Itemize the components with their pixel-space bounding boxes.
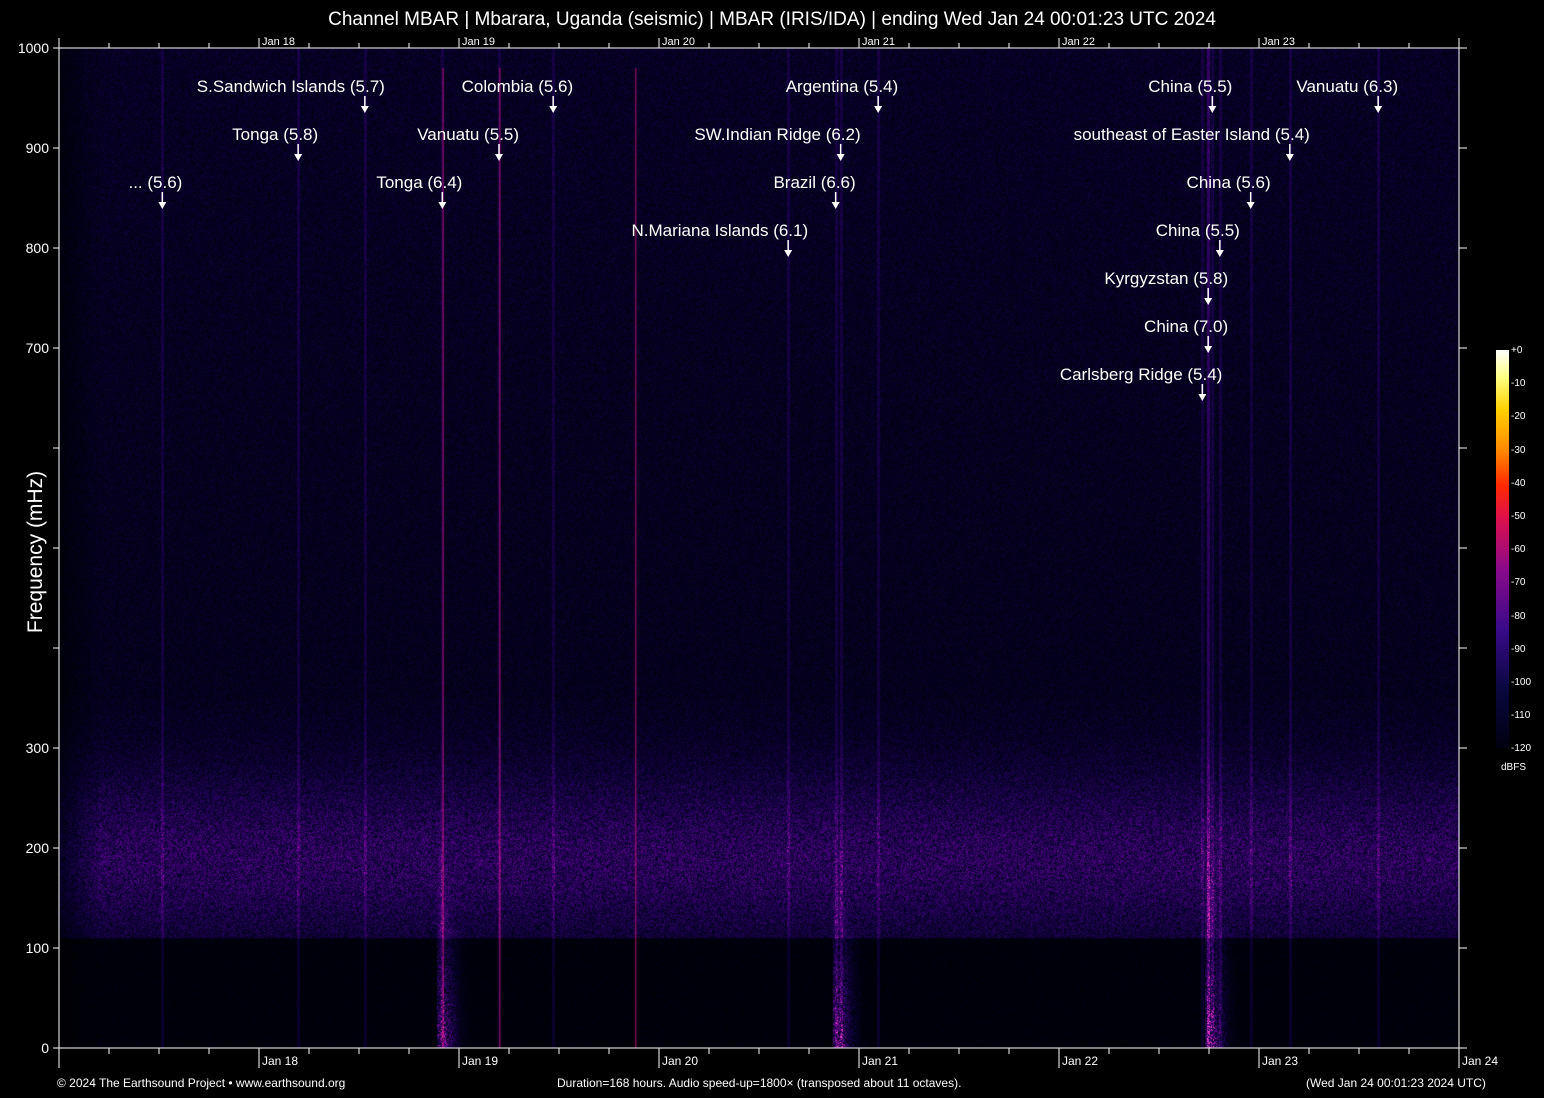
plot-frame [59,48,1459,1048]
event-arrow-icon [1374,106,1382,113]
event-label: Tonga (6.4) [376,173,462,192]
event-label: Kyrgyzstan (5.8) [1104,269,1228,288]
y-axis-label: Frequency (mHz) [24,452,48,652]
event-arrow-icon [832,202,840,209]
y-tick-label: 300 [26,740,50,756]
x-tick-label: Jan 19 [462,1054,498,1068]
event-arrow-icon [549,106,557,113]
colorbar-tick-label: -10 [1511,378,1525,389]
colorbar-tick-label: -40 [1511,478,1525,489]
event-arrow-icon [1208,106,1216,113]
y-tick-label: 700 [26,340,50,356]
event-label: China (7.0) [1144,317,1228,336]
event-arrow-icon [438,202,446,209]
x-tick-label-top: Jan 23 [1262,36,1295,48]
event-label: southeast of Easter Island (5.4) [1074,125,1310,144]
event-arrow-icon [361,106,369,113]
colorbar-tick-label: -80 [1511,611,1525,622]
x-tick-label: Jan 23 [1262,1054,1298,1068]
event-label: Vanuatu (6.3) [1296,77,1398,96]
event-label: Argentina (5.4) [786,77,898,96]
x-tick-label-top: Jan 22 [1062,36,1095,48]
event-label: China (5.5) [1156,221,1240,240]
y-tick-label: 100 [26,940,50,956]
footer-copyright: © 2024 The Earthsound Project • www.eart… [57,1076,345,1090]
x-tick-label: Jan 21 [862,1054,898,1068]
colorbar-tick-label: -20 [1511,411,1525,422]
event-label: Tonga (5.8) [232,125,318,144]
colorbar-tick-label: -100 [1511,677,1531,688]
x-tick-label: Jan 24 [1462,1054,1498,1068]
y-tick-label: 0 [41,1040,49,1056]
event-arrow-icon [294,154,302,161]
colorbar-tick-label: -120 [1511,743,1531,754]
colorbar [1496,350,1509,748]
y-tick-label: 900 [26,140,50,156]
event-label: SW.Indian Ridge (6.2) [694,125,860,144]
event-arrow-icon [1247,202,1255,209]
event-label: S.Sandwich Islands (5.7) [197,77,385,96]
colorbar-tick-label: -90 [1511,644,1525,655]
event-label: Carlsberg Ridge (5.4) [1060,365,1223,384]
event-arrow-icon [1286,154,1294,161]
event-arrow-icon [1198,394,1206,401]
event-label: China (5.6) [1187,173,1271,192]
event-arrow-icon [495,154,503,161]
footer-timestamp: (Wed Jan 24 00:01:23 2024 UTC) [1306,1076,1486,1090]
x-tick-label: Jan 18 [262,1054,298,1068]
x-tick-label-top: Jan 19 [462,36,495,48]
colorbar-tick-label: +0 [1511,345,1522,356]
colorbar-tick-label: -50 [1511,511,1525,522]
event-arrow-icon [874,106,882,113]
chart-axes-overlay: 0 100 200 300 700 800 900 1000 Jan 18 Jan 18 Jan 1… [0,0,1544,1098]
x-tick-label: Jan 22 [1062,1054,1098,1068]
colorbar-label: dBFS [1501,762,1526,773]
event-arrow-icon [1204,298,1212,305]
event-arrow-icon [158,202,166,209]
event-label: Brazil (6.6) [773,173,855,192]
event-arrow-icon [1216,250,1224,257]
y-tick-label: 200 [26,840,50,856]
event-label: Vanuatu (5.5) [417,125,519,144]
colorbar-tick-label: -30 [1511,445,1525,456]
event-label: China (5.5) [1148,77,1232,96]
colorbar-tick-label: -110 [1511,710,1530,721]
event-label: Colombia (5.6) [462,77,574,96]
event-arrow-icon [1204,346,1212,353]
event-label: N.Mariana Islands (6.1) [631,221,808,240]
event-label: ... (5.6) [128,173,182,192]
colorbar-tick-label: -70 [1511,577,1525,588]
x-tick-label-top: Jan 21 [862,36,895,48]
footer-info: Duration=168 hours. Audio speed-up=1800×… [557,1076,961,1090]
x-tick-label-top: Jan 20 [662,36,695,48]
event-arrow-icon [784,250,792,257]
y-tick-label: 1000 [18,40,49,56]
colorbar-tick-label: -60 [1511,544,1525,555]
y-tick-label: 800 [26,240,50,256]
x-tick-label-top: Jan 18 [262,36,295,48]
event-arrow-icon [837,154,845,161]
x-tick-label: Jan 20 [662,1054,698,1068]
